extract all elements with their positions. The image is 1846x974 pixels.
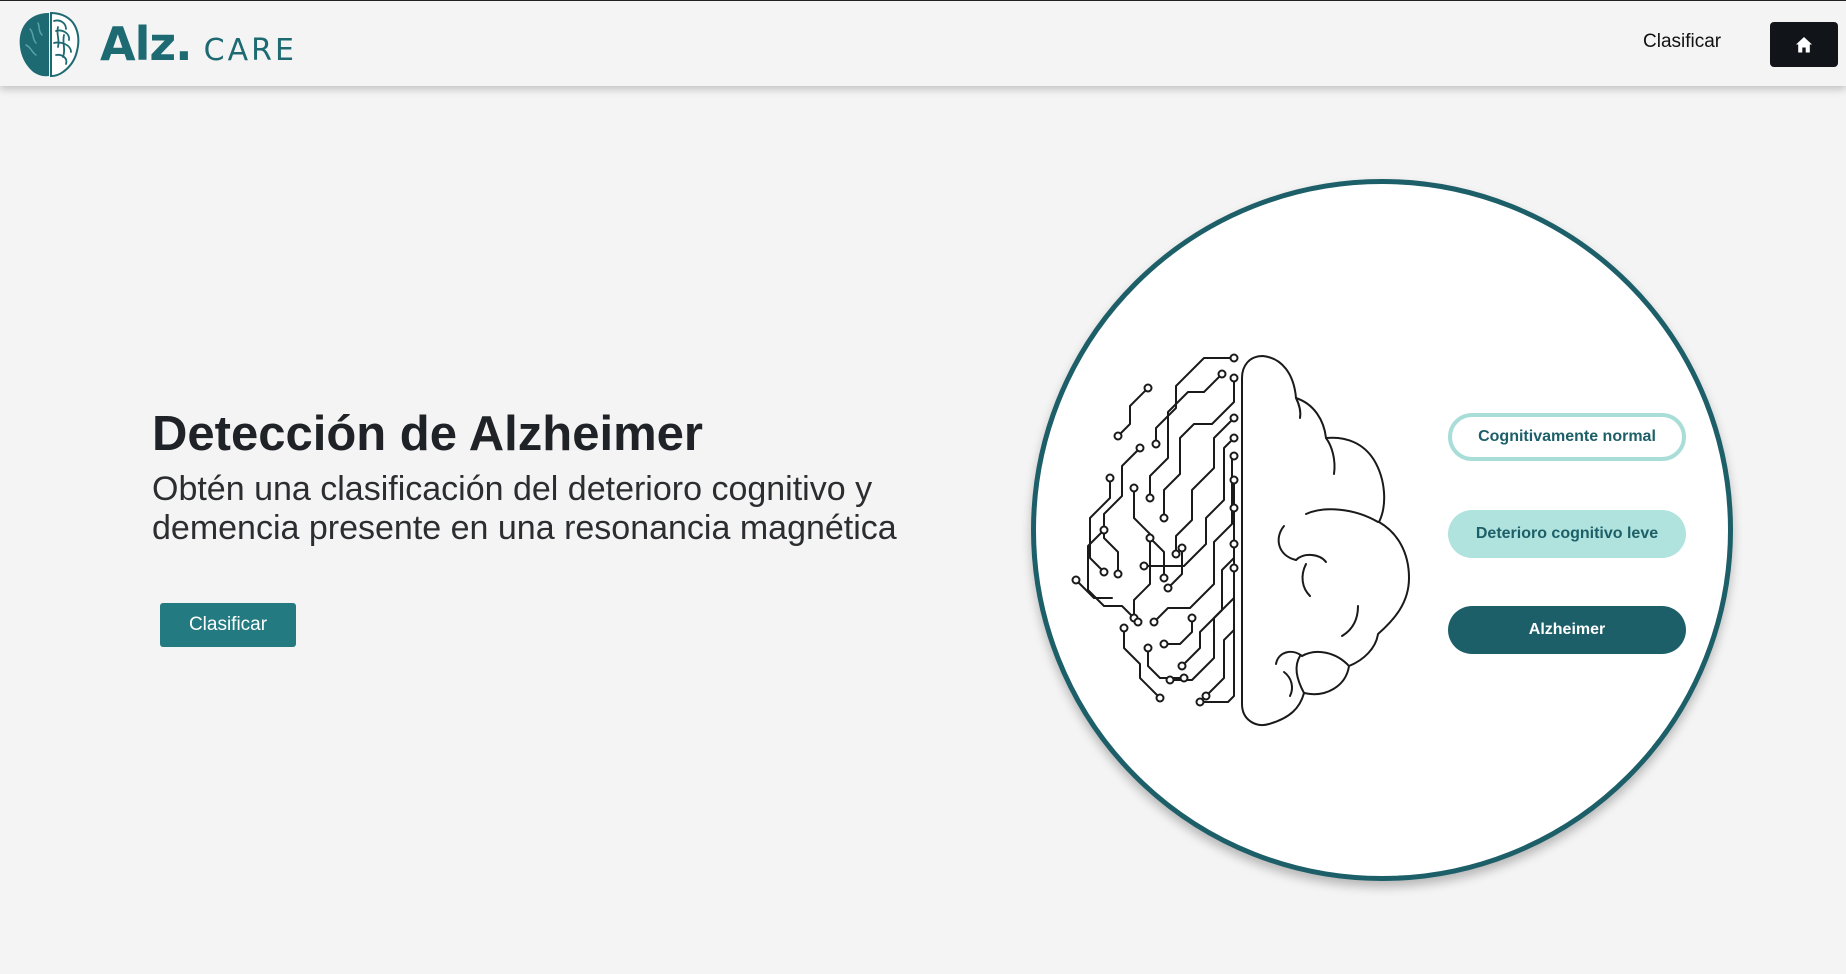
clasificar-button[interactable]: Clasificar [160, 603, 296, 647]
brand-name: Alz. [100, 17, 193, 71]
brand-suffix: CARE [203, 33, 297, 68]
brand[interactable]: Alz. CARE [16, 9, 297, 79]
nav-link-clasificar[interactable]: Clasificar [1643, 31, 1721, 53]
brain-circuit-icon [1071, 353, 1410, 726]
home-button[interactable] [1770, 22, 1838, 67]
category-alzheimer: Alzheimer [1448, 606, 1686, 654]
brain-icon [19, 11, 80, 78]
category-mild-cognitive-impairment: Deterioro cognitivo leve [1448, 510, 1686, 558]
illustration-circle: Cognitivamente normal Deterioro cognitiv… [1031, 179, 1733, 881]
page-title: Detección de Alzheimer [152, 407, 703, 461]
category-cognitively-normal: Cognitivamente normal [1448, 413, 1686, 461]
home-icon [1796, 36, 1812, 52]
navbar: Alz. CARE Clasificar [0, 0, 1846, 86]
page-subtitle: Obtén una clasificación del deterioro co… [152, 470, 897, 547]
